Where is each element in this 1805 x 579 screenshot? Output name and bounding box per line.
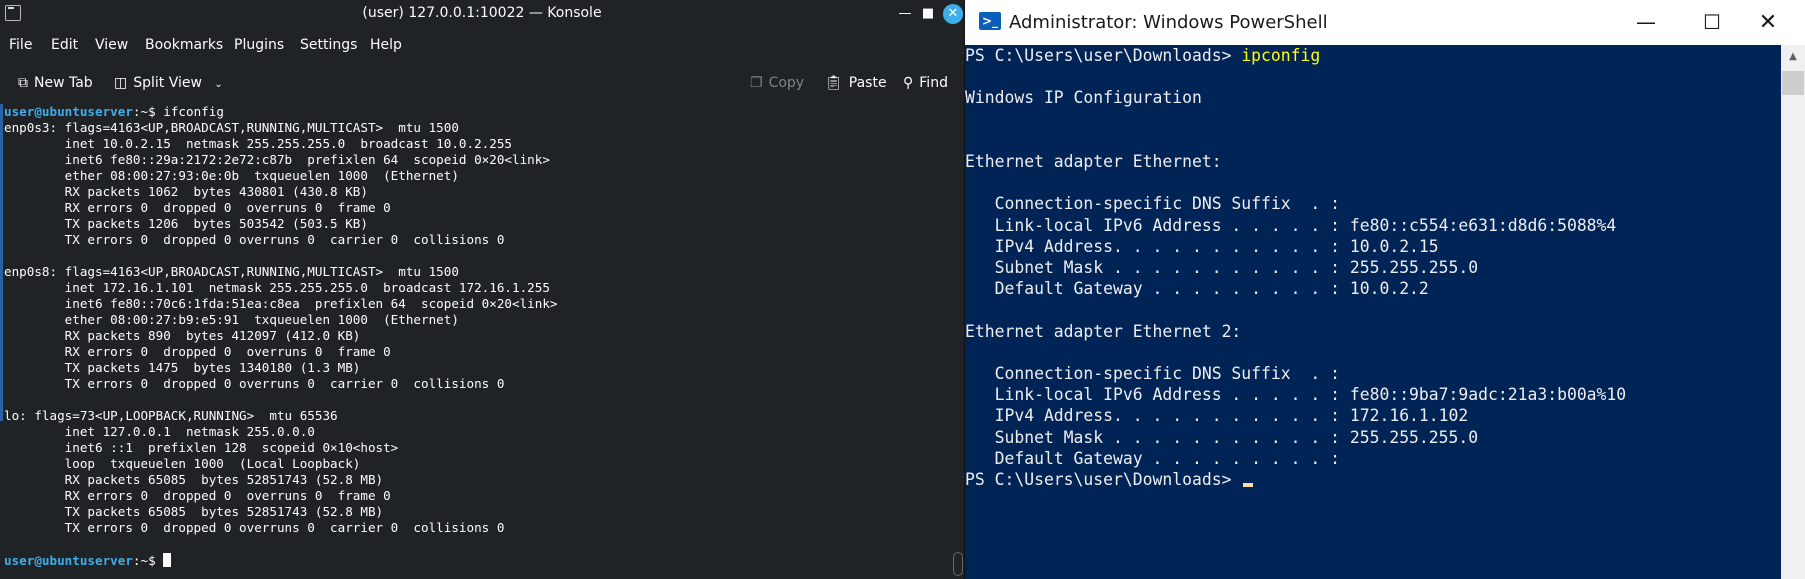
output-line: inet6 ::1 prefixlen 128 scopeid 0×10<hos… xyxy=(4,440,399,455)
powershell-window: >_ Administrator: Windows PowerShell — ☐… xyxy=(965,0,1805,579)
output-line: RX errors 0 dropped 0 overruns 0 frame 0 xyxy=(4,200,391,215)
window-title: (user) 127.0.0.1:10022 — Konsole xyxy=(362,5,602,21)
output-line: RX errors 0 dropped 0 overruns 0 frame 0 xyxy=(4,344,391,359)
output-line: Windows IP Configuration xyxy=(965,88,1202,108)
command-text: ipconfig xyxy=(1241,46,1321,65)
output-line: ether 08:00:27:b9:e5:91 txqueuelen 1000 … xyxy=(4,312,459,327)
current-prompt[interactable]: user@ubuntuserver:~$ xyxy=(4,553,172,569)
output-line: inet6 fe80::29a:2172:2e72:c87b prefixlen… xyxy=(4,152,550,167)
powershell-output[interactable]: PS C:\Users\user\Downloads> ipconfig Win… xyxy=(965,45,1626,490)
find-button[interactable]: ⚲ Find xyxy=(903,62,948,104)
output-line: inet 127.0.0.1 netmask 255.0.0.0 xyxy=(4,424,315,439)
menu-bar: File Edit View Bookmarks Plugins Setting… xyxy=(0,29,964,61)
scroll-up-arrow-icon[interactable]: ▲ xyxy=(1781,45,1805,69)
output-line: Default Gateway . . . . . . . . . : 10.0… xyxy=(965,279,1429,299)
copy-button[interactable]: ❐ Copy xyxy=(750,62,804,104)
output-line: TX errors 0 dropped 0 overruns 0 carrier… xyxy=(4,520,505,535)
minimize-button[interactable]: — xyxy=(1616,0,1676,45)
output-line: RX packets 65085 bytes 52851743 (52.8 MB… xyxy=(4,472,384,487)
new-tab-label: New Tab xyxy=(34,75,93,91)
prompt-suffix: :~$ xyxy=(132,553,164,568)
konsole-output: user@ubuntuserver:~$ ifconfig enp0s3: fl… xyxy=(4,104,558,536)
output-line: lo: flags=73<UP,LOOPBACK,RUNNING> mtu 65… xyxy=(4,408,338,423)
output-line: TX errors 0 dropped 0 overruns 0 carrier… xyxy=(4,232,505,247)
menu-edit[interactable]: Edit xyxy=(51,29,78,61)
output-line: Connection-specific DNS Suffix . : xyxy=(965,194,1340,214)
current-prompt: PS C:\Users\user\Downloads> xyxy=(965,470,1242,490)
new-tab-icon: ⧉ xyxy=(18,75,28,91)
output-line: loop txqueuelen 1000 (Local Loopback) xyxy=(4,456,361,471)
output-line: RX errors 0 dropped 0 overruns 0 frame 0 xyxy=(4,488,391,503)
prompt: PS C:\Users\user\Downloads> xyxy=(965,46,1242,65)
output-marker-bar xyxy=(0,104,3,421)
menu-help[interactable]: Help xyxy=(370,29,402,61)
output-line: TX packets 65085 bytes 52851743 (52.8 MB… xyxy=(4,504,384,519)
konsole-window: (user) 127.0.0.1:10022 — Konsole — ■ ✕ F… xyxy=(0,0,964,579)
output-line: RX packets 1062 bytes 430801 (430.8 KB) xyxy=(4,184,368,199)
ifconfig-output: enp0s3: flags=4163<UP,BROADCAST,RUNNING,… xyxy=(4,120,558,535)
prompt-user: user@ubuntuserver xyxy=(4,104,133,119)
split-view-button[interactable]: ◫ Split View ⌄ xyxy=(114,62,223,104)
output-line: enp0s3: flags=4163<UP,BROADCAST,RUNNING,… xyxy=(4,120,459,135)
output-line: Ethernet adapter Ethernet 2: xyxy=(965,321,1242,341)
konsole-titlebar[interactable]: (user) 127.0.0.1:10022 — Konsole — ■ ✕ xyxy=(0,0,964,29)
paste-button[interactable]: 📋︎ Paste xyxy=(825,62,887,104)
output-line: enp0s8: flags=4163<UP,BROADCAST,RUNNING,… xyxy=(4,264,459,279)
output-line: TX packets 1475 bytes 1340180 (1.3 MB) xyxy=(4,360,361,375)
toolbar: ⧉ New Tab ◫ Split View ⌄ ❐ Copy 📋︎ Paste ⚲ Fi… xyxy=(0,62,964,104)
text-cursor xyxy=(1243,483,1254,488)
menu-plugins[interactable]: Plugins xyxy=(234,29,284,61)
minimize-button[interactable]: — xyxy=(896,5,914,23)
copy-label: Copy xyxy=(768,75,805,91)
prompt-suffix: :~$ xyxy=(132,104,164,119)
maximize-button[interactable]: ☐ xyxy=(1682,0,1742,45)
split-view-label: Split View xyxy=(133,75,202,91)
scrollbar[interactable] xyxy=(951,104,964,579)
ipconfig-output: Windows IP Configuration Ethernet adapte… xyxy=(965,88,1626,467)
output-line: TX errors 0 dropped 0 overruns 0 carrier… xyxy=(4,376,505,391)
text-cursor xyxy=(163,553,172,567)
menu-bookmarks[interactable]: Bookmarks xyxy=(145,29,223,61)
paste-icon: 📋︎ xyxy=(825,75,843,91)
command-text: ifconfig xyxy=(163,104,224,119)
output-line: Link-local IPv6 Address . . . . . : fe80… xyxy=(965,215,1617,235)
output-line: IPv4 Address. . . . . . . . . . . : 172.… xyxy=(965,406,1469,426)
chevron-down-icon: ⌄ xyxy=(214,79,223,90)
window-title: Administrator: Windows PowerShell xyxy=(1009,12,1328,33)
output-line: RX packets 890 bytes 412097 (412.0 KB) xyxy=(4,328,361,343)
output-line: TX packets 1206 bytes 503542 (503.5 KB) xyxy=(4,216,368,231)
scrollbar-thumb[interactable] xyxy=(953,552,963,576)
output-line: inet6 fe80::70c6:1fda:51ea:c8ea prefixle… xyxy=(4,296,558,311)
output-line: inet 172.16.1.101 netmask 255.255.255.0 … xyxy=(4,280,550,295)
powershell-titlebar[interactable]: >_ Administrator: Windows PowerShell — ☐… xyxy=(965,0,1805,45)
output-line: ether 08:00:27:93:0e:0b txqueuelen 1000 … xyxy=(4,168,459,183)
menu-view[interactable]: View xyxy=(95,29,128,61)
output-line: Ethernet adapter Ethernet: xyxy=(965,152,1222,172)
split-view-icon: ◫ xyxy=(114,75,128,91)
copy-icon: ❐ xyxy=(750,75,763,91)
menu-settings[interactable]: Settings xyxy=(300,29,357,61)
paste-label: Paste xyxy=(848,75,887,91)
output-line: Subnet Mask . . . . . . . . . . . : 255.… xyxy=(965,258,1479,278)
find-label: Find xyxy=(919,75,948,91)
output-line: Default Gateway . . . . . . . . . : xyxy=(965,448,1340,468)
close-button[interactable]: ✕ xyxy=(943,4,963,24)
output-line: Connection-specific DNS Suffix . : xyxy=(965,364,1340,384)
output-line: Link-local IPv6 Address . . . . . : fe80… xyxy=(965,385,1627,405)
prompt-user: user@ubuntuserver xyxy=(4,553,133,568)
scrollbar-thumb[interactable] xyxy=(1782,71,1804,95)
maximize-button[interactable]: ■ xyxy=(919,5,937,23)
output-line: IPv4 Address. . . . . . . . . . . : 10.0… xyxy=(965,236,1439,256)
new-tab-button[interactable]: ⧉ New Tab xyxy=(18,62,93,104)
output-line: inet 10.0.2.15 netmask 255.255.255.0 bro… xyxy=(4,136,512,151)
output-line: Subnet Mask . . . . . . . . . . . : 255.… xyxy=(965,427,1479,447)
scrollbar[interactable]: ▲ xyxy=(1781,45,1805,579)
search-icon: ⚲ xyxy=(903,75,914,91)
menu-file[interactable]: File xyxy=(9,29,32,61)
close-button[interactable]: ✕ xyxy=(1738,0,1798,45)
powershell-icon: >_ xyxy=(979,12,1001,30)
